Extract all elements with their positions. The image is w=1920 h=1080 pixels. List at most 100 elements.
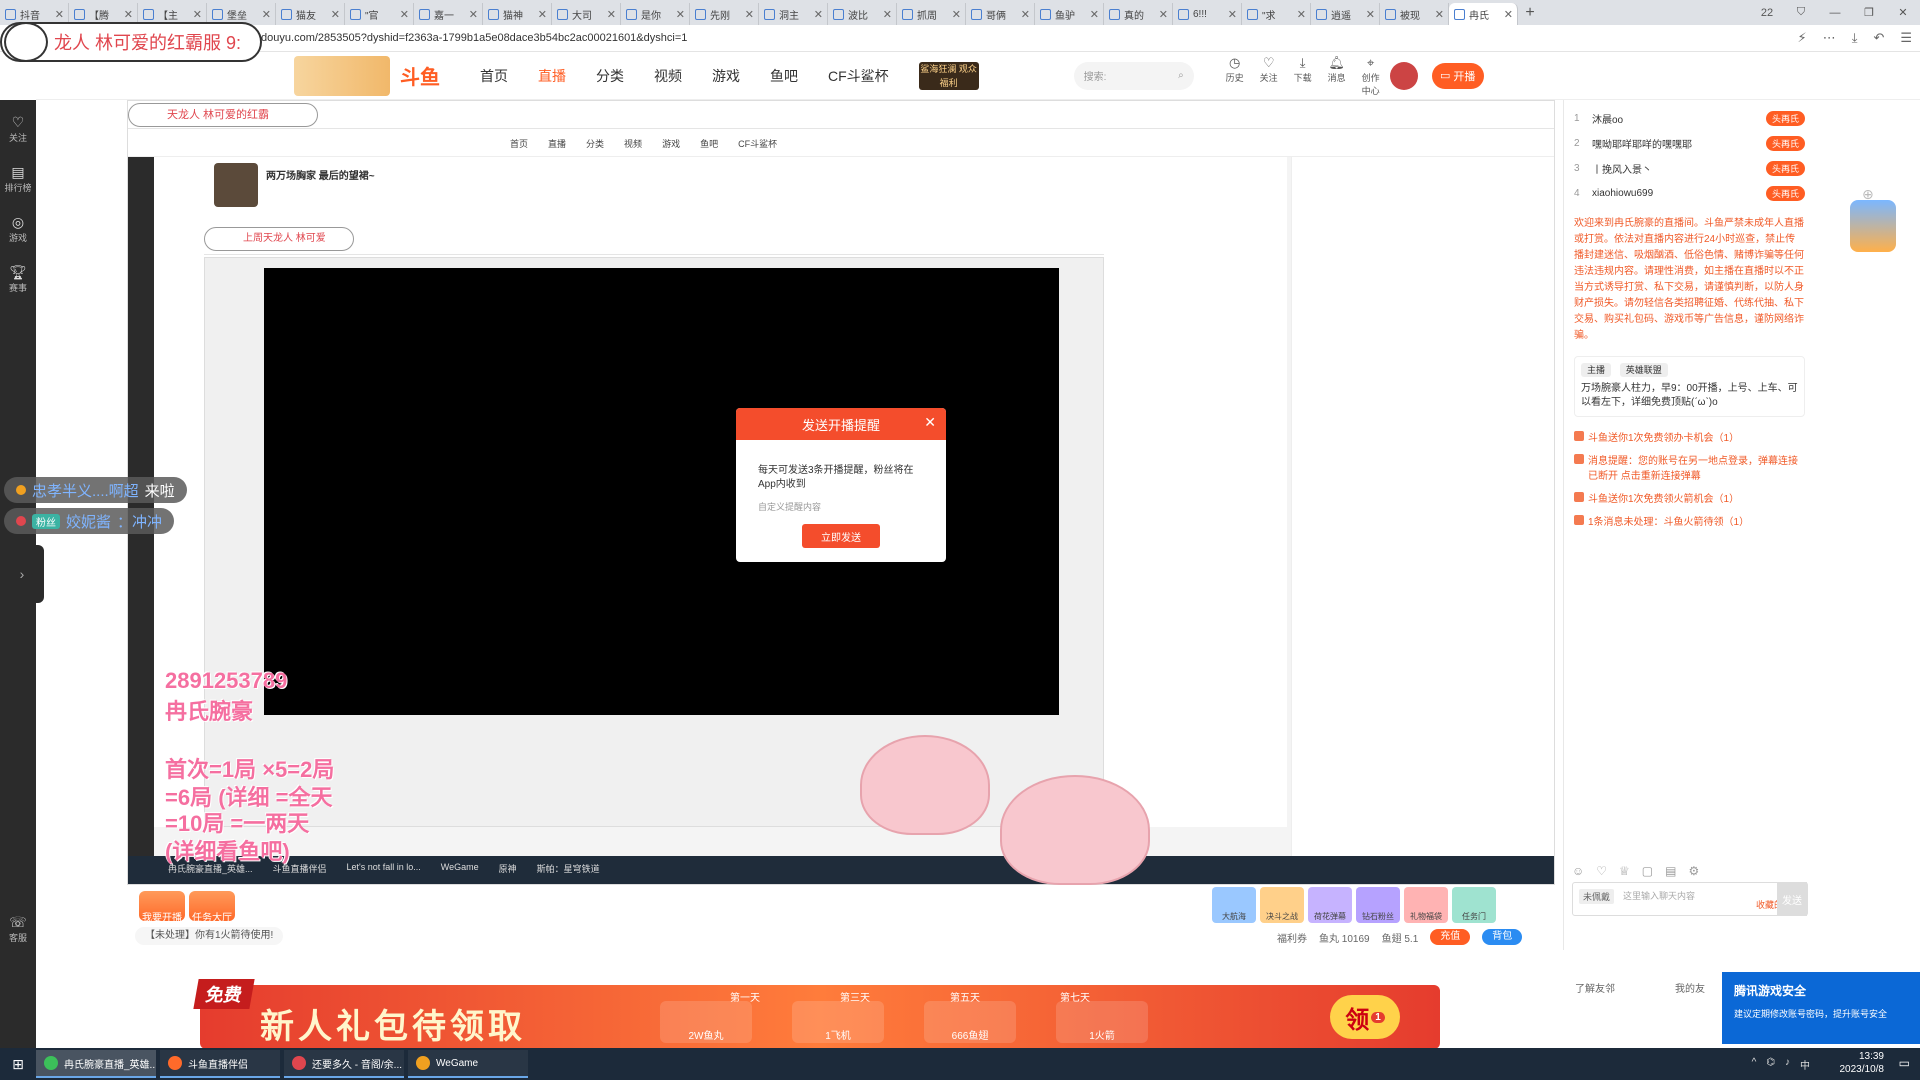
sidebar-item-support[interactable]: ☏ 客服 (9, 914, 27, 944)
browser-tab[interactable]: 先刚 ✕ (690, 3, 759, 25)
tab-close-icon[interactable]: ✕ (1228, 8, 1237, 21)
browser-tab[interactable]: 是你 ✕ (621, 3, 690, 25)
sidebar-item-game[interactable]: ◎ 游戏 (9, 214, 27, 244)
gift-item[interactable]: 大航海 (1212, 887, 1256, 923)
browser-tab[interactable]: 洞主 ✕ (759, 3, 828, 25)
chat-message[interactable]: 1条消息未处理：斗鱼火箭待领（1） (1564, 509, 1815, 532)
tab-count-badge[interactable]: 22 (1750, 7, 1784, 19)
taskbar-app[interactable]: 斗鱼直播伴侣 (160, 1050, 280, 1078)
bolt-icon[interactable]: ⚡ (1798, 30, 1807, 46)
avatar[interactable] (1389, 61, 1418, 90)
go-live-button[interactable]: ▭ 开播 (1431, 62, 1484, 89)
download-icon[interactable]: ⤓ (1852, 30, 1858, 46)
emoji-icon[interactable]: ☺ (1572, 864, 1584, 878)
chat-message[interactable]: 斗鱼送你1次免费领办卡机会（1） (1564, 425, 1815, 448)
taskbar-app[interactable]: 冉氏腕豪直播_英雄... (36, 1050, 156, 1078)
send-now-button[interactable]: 立即发送 (802, 524, 880, 548)
promo-reward[interactable]: 2W鱼丸 (660, 1001, 752, 1043)
browser-tab[interactable]: 哥俩 ✕ (966, 3, 1035, 25)
tab-close-icon[interactable]: ✕ (676, 8, 685, 21)
rank-row[interactable]: 2 嘿呦耶咩耶咩的嘿嘿耶 头再氏 (1574, 131, 1805, 156)
ime-indicator[interactable]: 中 (1800, 1057, 1810, 1072)
start-live-action[interactable]: 我要开播 (139, 891, 185, 924)
settings-icon[interactable]: ⚙ (1688, 864, 1699, 878)
browser-tab[interactable]: "求 ✕ (1242, 3, 1311, 25)
rank-row[interactable]: 1 沐晨oo 头再氏 (1574, 106, 1805, 131)
browser-tab[interactable]: 真的 ✕ (1104, 3, 1173, 25)
tab-close-icon[interactable]: ✕ (1504, 8, 1513, 21)
badge-slot[interactable]: 未佩戴 (1579, 889, 1615, 904)
tab-close-icon[interactable]: ✕ (1159, 8, 1168, 21)
tab-close-icon[interactable]: ✕ (814, 8, 823, 21)
nav-item[interactable]: 鱼吧 (770, 66, 798, 86)
browser-tab[interactable]: 抓周 ✕ (897, 3, 966, 25)
shirt-icon[interactable]: ⛉ (1784, 6, 1818, 19)
header-download-button[interactable]: ⤓ 下载 (1292, 55, 1314, 97)
browser-tab[interactable]: 鱼驴 ✕ (1035, 3, 1104, 25)
nav-item[interactable]: 视频 (654, 66, 682, 86)
tab-close-icon[interactable]: ✕ (1435, 8, 1444, 21)
friends-learn-link[interactable]: 了解友邻 (1575, 980, 1615, 995)
header-heart-button[interactable]: ♡ 关注 (1258, 55, 1280, 97)
custom-reminder-input[interactable]: 自定义提醒内容 (758, 500, 924, 514)
bubble-icon[interactable]: ▢ (1642, 864, 1653, 878)
task-hall-action[interactable]: 任务大厅 (189, 891, 235, 924)
header-creator-button[interactable]: ⌖ 创作中心 (1360, 55, 1382, 97)
search-icon[interactable]: ⌕ (1178, 70, 1184, 81)
header-bell-button[interactable]: 🔔︎ 消息 (1326, 55, 1348, 97)
my-friends-link[interactable]: 我的友 (1675, 980, 1705, 995)
sidebar-item-ranking[interactable]: ▤ 排行榜 (4, 164, 31, 194)
nav-item[interactable]: CF斗鲨杯 (828, 66, 889, 86)
header-history-button[interactable]: ◷ 历史 (1224, 55, 1246, 97)
tab-close-icon[interactable]: ✕ (193, 8, 202, 21)
tab-close-icon[interactable]: ✕ (1297, 8, 1306, 21)
new-tab-button[interactable]: + (1518, 4, 1542, 22)
gift-item[interactable]: 荷花弹幕 (1308, 887, 1352, 923)
bag-button[interactable]: 背包 (1482, 929, 1523, 945)
nav-promo-badge[interactable]: 鲨海狂澜 观众福利 (918, 61, 979, 90)
notification-icon[interactable]: ▭ (1899, 1056, 1910, 1070)
taskbar-app[interactable]: WeGame (408, 1050, 528, 1078)
volume-icon[interactable]: ♪ (1785, 1057, 1790, 1072)
send-button[interactable]: 发送 (1777, 882, 1807, 916)
tab-close-icon[interactable]: ✕ (124, 8, 133, 21)
close-window-button[interactable]: ✕ (1886, 6, 1920, 19)
chat-message[interactable]: 斗鱼送你1次免费领火箭机会（1） (1564, 486, 1815, 509)
tab-close-icon[interactable]: ✕ (1021, 8, 1030, 21)
browser-tab[interactable]: 逍遥 ✕ (1311, 3, 1380, 25)
tab-close-icon[interactable]: ✕ (469, 8, 478, 21)
rank-row[interactable]: 3 丨挽风入景丶 头再氏 (1574, 156, 1805, 181)
browser-tab[interactable]: 大司 ✕ (552, 3, 621, 25)
promo-reward[interactable]: 1飞机 (792, 1001, 884, 1043)
sidebar-item-heart[interactable]: ♡ 关注 (9, 114, 27, 144)
maximize-button[interactable]: ❐ (1852, 6, 1886, 19)
nav-item[interactable]: 游戏 (712, 66, 740, 86)
fan-badge-icon[interactable]: ♡ (1596, 864, 1607, 878)
gift-item[interactable]: 礼物福袋 (1404, 887, 1448, 923)
tab-close-icon[interactable]: ✕ (55, 8, 64, 21)
url-field[interactable]: .douyu.com/2853505?dyshid=f2363a-1799b1a… (258, 32, 687, 44)
noble-icon[interactable]: ♕ (1619, 864, 1630, 878)
gift-item[interactable]: 钻石粉丝 (1356, 887, 1400, 923)
menu-icon[interactable]: ☰ (1900, 30, 1912, 46)
tab-close-icon[interactable]: ✕ (1090, 8, 1099, 21)
newbie-gift-banner[interactable]: 免费 新人礼包待领取 第一天 第三天 第五天 第七天 2W鱼丸 1飞机 666鱼翅 1火箭 … (193, 979, 1440, 1049)
rank-row[interactable]: 4 xiaohiowu699 头再氏 (1574, 181, 1805, 206)
tab-close-icon[interactable]: ✕ (331, 8, 340, 21)
browser-tab[interactable]: 猫神 ✕ (483, 3, 552, 25)
nav-item[interactable]: 直播 (538, 66, 566, 86)
gift-item[interactable]: 任务门 (1452, 887, 1496, 923)
chat-message[interactable]: 消息提醒：您的账号在另一地点登录，弹幕连接已断开 点击重新连接弹幕 (1564, 448, 1815, 486)
tab-close-icon[interactable]: ✕ (262, 8, 271, 21)
tab-close-icon[interactable]: ✕ (400, 8, 409, 21)
color-icon[interactable]: ▤ (1665, 864, 1676, 878)
tray-arrow-icon[interactable]: ^ (1752, 1057, 1757, 1072)
danmaku-user[interactable]: 忠孝半义....啊超 (32, 480, 139, 501)
rocket-notice[interactable]: 【未处理】你有1火箭待使用! (135, 927, 284, 945)
danmaku-user[interactable]: 姣妮酱 (66, 511, 111, 532)
browser-tab[interactable]: 冉氏 ✕ (1449, 3, 1518, 25)
promo-reward[interactable]: 666鱼翅 (924, 1001, 1016, 1043)
nav-item[interactable]: 首页 (480, 66, 508, 86)
sidebar-item-trophy[interactable]: 🏆︎ 赛事 (9, 264, 27, 294)
tab-close-icon[interactable]: ✕ (607, 8, 616, 21)
